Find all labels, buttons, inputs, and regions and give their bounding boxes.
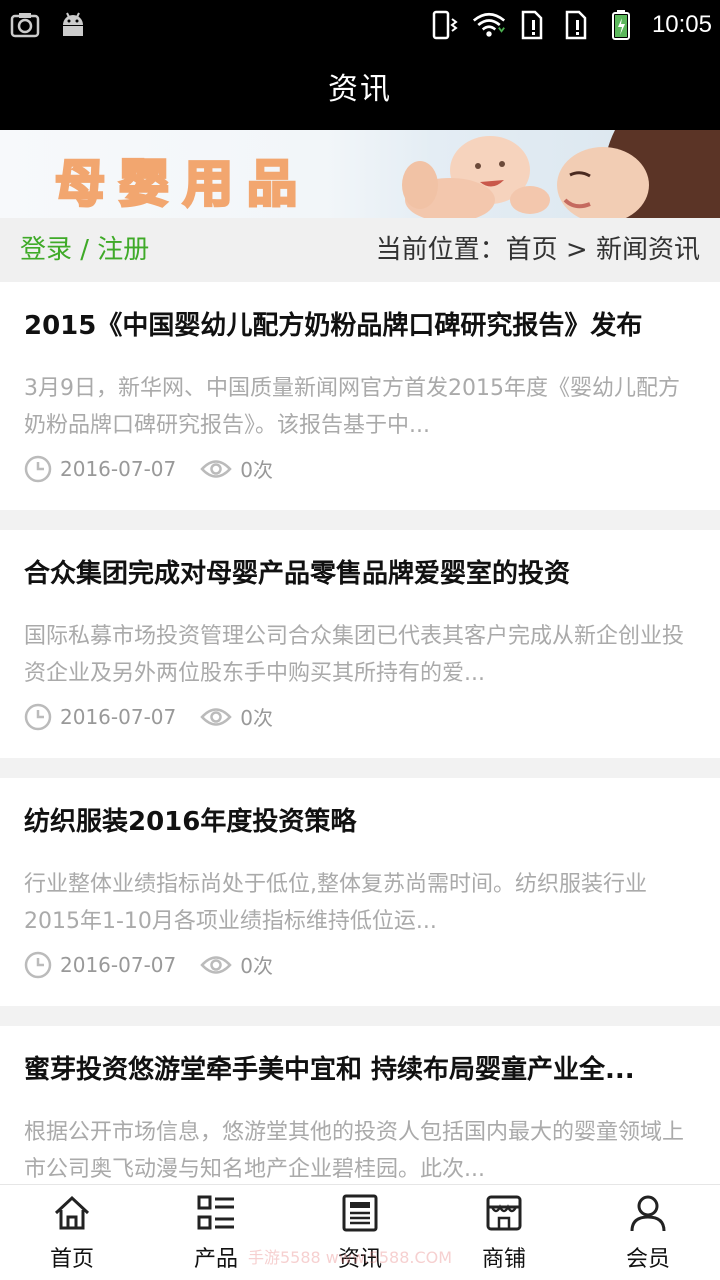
news-title[interactable]: 2015《中国婴幼儿配方奶粉品牌口碑研究报告》发布 [24, 308, 696, 344]
news-item[interactable]: 合众集团完成对母婴产品零售品牌爱婴室的投资 国际私募市场投资管理公司合众集团已代… [0, 530, 720, 758]
battery-charging-icon [604, 8, 638, 42]
tab-label: 产品 [193, 1247, 238, 1272]
clock-icon [24, 455, 52, 482]
clock-icon [24, 703, 52, 730]
banner[interactable]: 母婴用品 [0, 130, 720, 218]
tab-label: 商铺 [481, 1247, 526, 1272]
news-meta: 2016-07-07 0次 [24, 702, 273, 731]
sim-alert-icon [560, 8, 594, 42]
tab-label: 资讯 [337, 1247, 382, 1272]
news-icon [342, 1194, 378, 1232]
shop-icon [486, 1195, 522, 1231]
tab-home[interactable]: 首页 [0, 1185, 144, 1280]
login-register-link[interactable]: 登录 / 注册 [20, 218, 149, 282]
home-icon [54, 1195, 90, 1230]
bottom-tab-bar: 首页 产品 资讯 商铺 会员 [0, 1184, 720, 1280]
news-meta: 2016-07-07 0次 [24, 454, 273, 483]
vibrate-icon [428, 8, 462, 42]
android-icon [56, 8, 90, 42]
breadcrumb-bar: 登录 / 注册 当前位置：首页 > 新闻资讯 [0, 218, 720, 282]
eye-icon [200, 459, 232, 478]
news-list: 2015《中国婴幼儿配方奶粉品牌口碑研究报告》发布 3月9日，新华网、中国质量新… [0, 282, 720, 1274]
banner-text: 母婴用品 [54, 154, 311, 215]
tab-shops[interactable]: 商铺 [432, 1185, 576, 1280]
news-title[interactable]: 合众集团完成对母婴产品零售品牌爱婴室的投资 [24, 556, 696, 592]
baby-image [402, 136, 550, 218]
mother-image [557, 130, 720, 218]
sim-alert-icon [516, 8, 550, 42]
news-views: 0次 [240, 458, 273, 482]
eye-icon [200, 707, 232, 726]
title-bar: 资讯 [0, 50, 720, 130]
news-meta: 2016-07-07 0次 [24, 950, 273, 979]
news-summary: 根据公开市场信息，悠游堂其他的投资人包括国内最大的婴童领域上市公司奥飞动漫与知名… [24, 1120, 685, 1182]
screenshot-icon [8, 8, 42, 42]
news-item[interactable]: 2015《中国婴幼儿配方奶粉品牌口碑研究报告》发布 3月9日，新华网、中国质量新… [0, 282, 720, 510]
news-date: 2016-07-07 [60, 456, 177, 481]
clock: 10:05 [651, 11, 712, 38]
eye-icon [200, 955, 232, 974]
news-item[interactable]: 纺织服装2016年度投资策略 行业整体业绩指标尚处于低位,整体复苏尚需时间。纺织… [0, 778, 720, 1006]
news-title[interactable]: 纺织服装2016年度投资策略 [24, 804, 696, 840]
wifi-icon [472, 8, 506, 42]
status-bar: 10:05 [0, 0, 720, 50]
news-date: 2016-07-07 [60, 952, 177, 977]
user-icon [630, 1195, 666, 1232]
news-summary: 国际私募市场投资管理公司合众集团已代表其客户完成从新企创业投资企业及另外两位股东… [24, 624, 685, 686]
clock-icon [24, 951, 52, 978]
tab-news[interactable]: 资讯 [288, 1185, 432, 1280]
tab-label: 会员 [625, 1247, 670, 1272]
page-title: 资讯 [328, 72, 392, 107]
tab-products[interactable]: 产品 [144, 1185, 288, 1280]
news-title[interactable]: 蜜芽投资悠游堂牵手美中宜和 持续布局婴童产业全... [24, 1052, 696, 1088]
news-summary: 行业整体业绩指标尚处于低位,整体复苏尚需时间。纺织服装行业2015年1-10月各… [24, 872, 647, 934]
breadcrumb: 当前位置：首页 > 新闻资讯 [375, 235, 700, 265]
tab-label: 首页 [49, 1247, 94, 1272]
news-summary: 3月9日，新华网、中国质量新闻网官方首发2015年度《婴幼儿配方奶粉品牌口碑研究… [24, 376, 680, 438]
news-views: 0次 [240, 706, 273, 730]
grid-list-icon [197, 1195, 234, 1230]
news-views: 0次 [240, 954, 273, 978]
tab-member[interactable]: 会员 [576, 1185, 720, 1280]
news-date: 2016-07-07 [60, 704, 177, 729]
